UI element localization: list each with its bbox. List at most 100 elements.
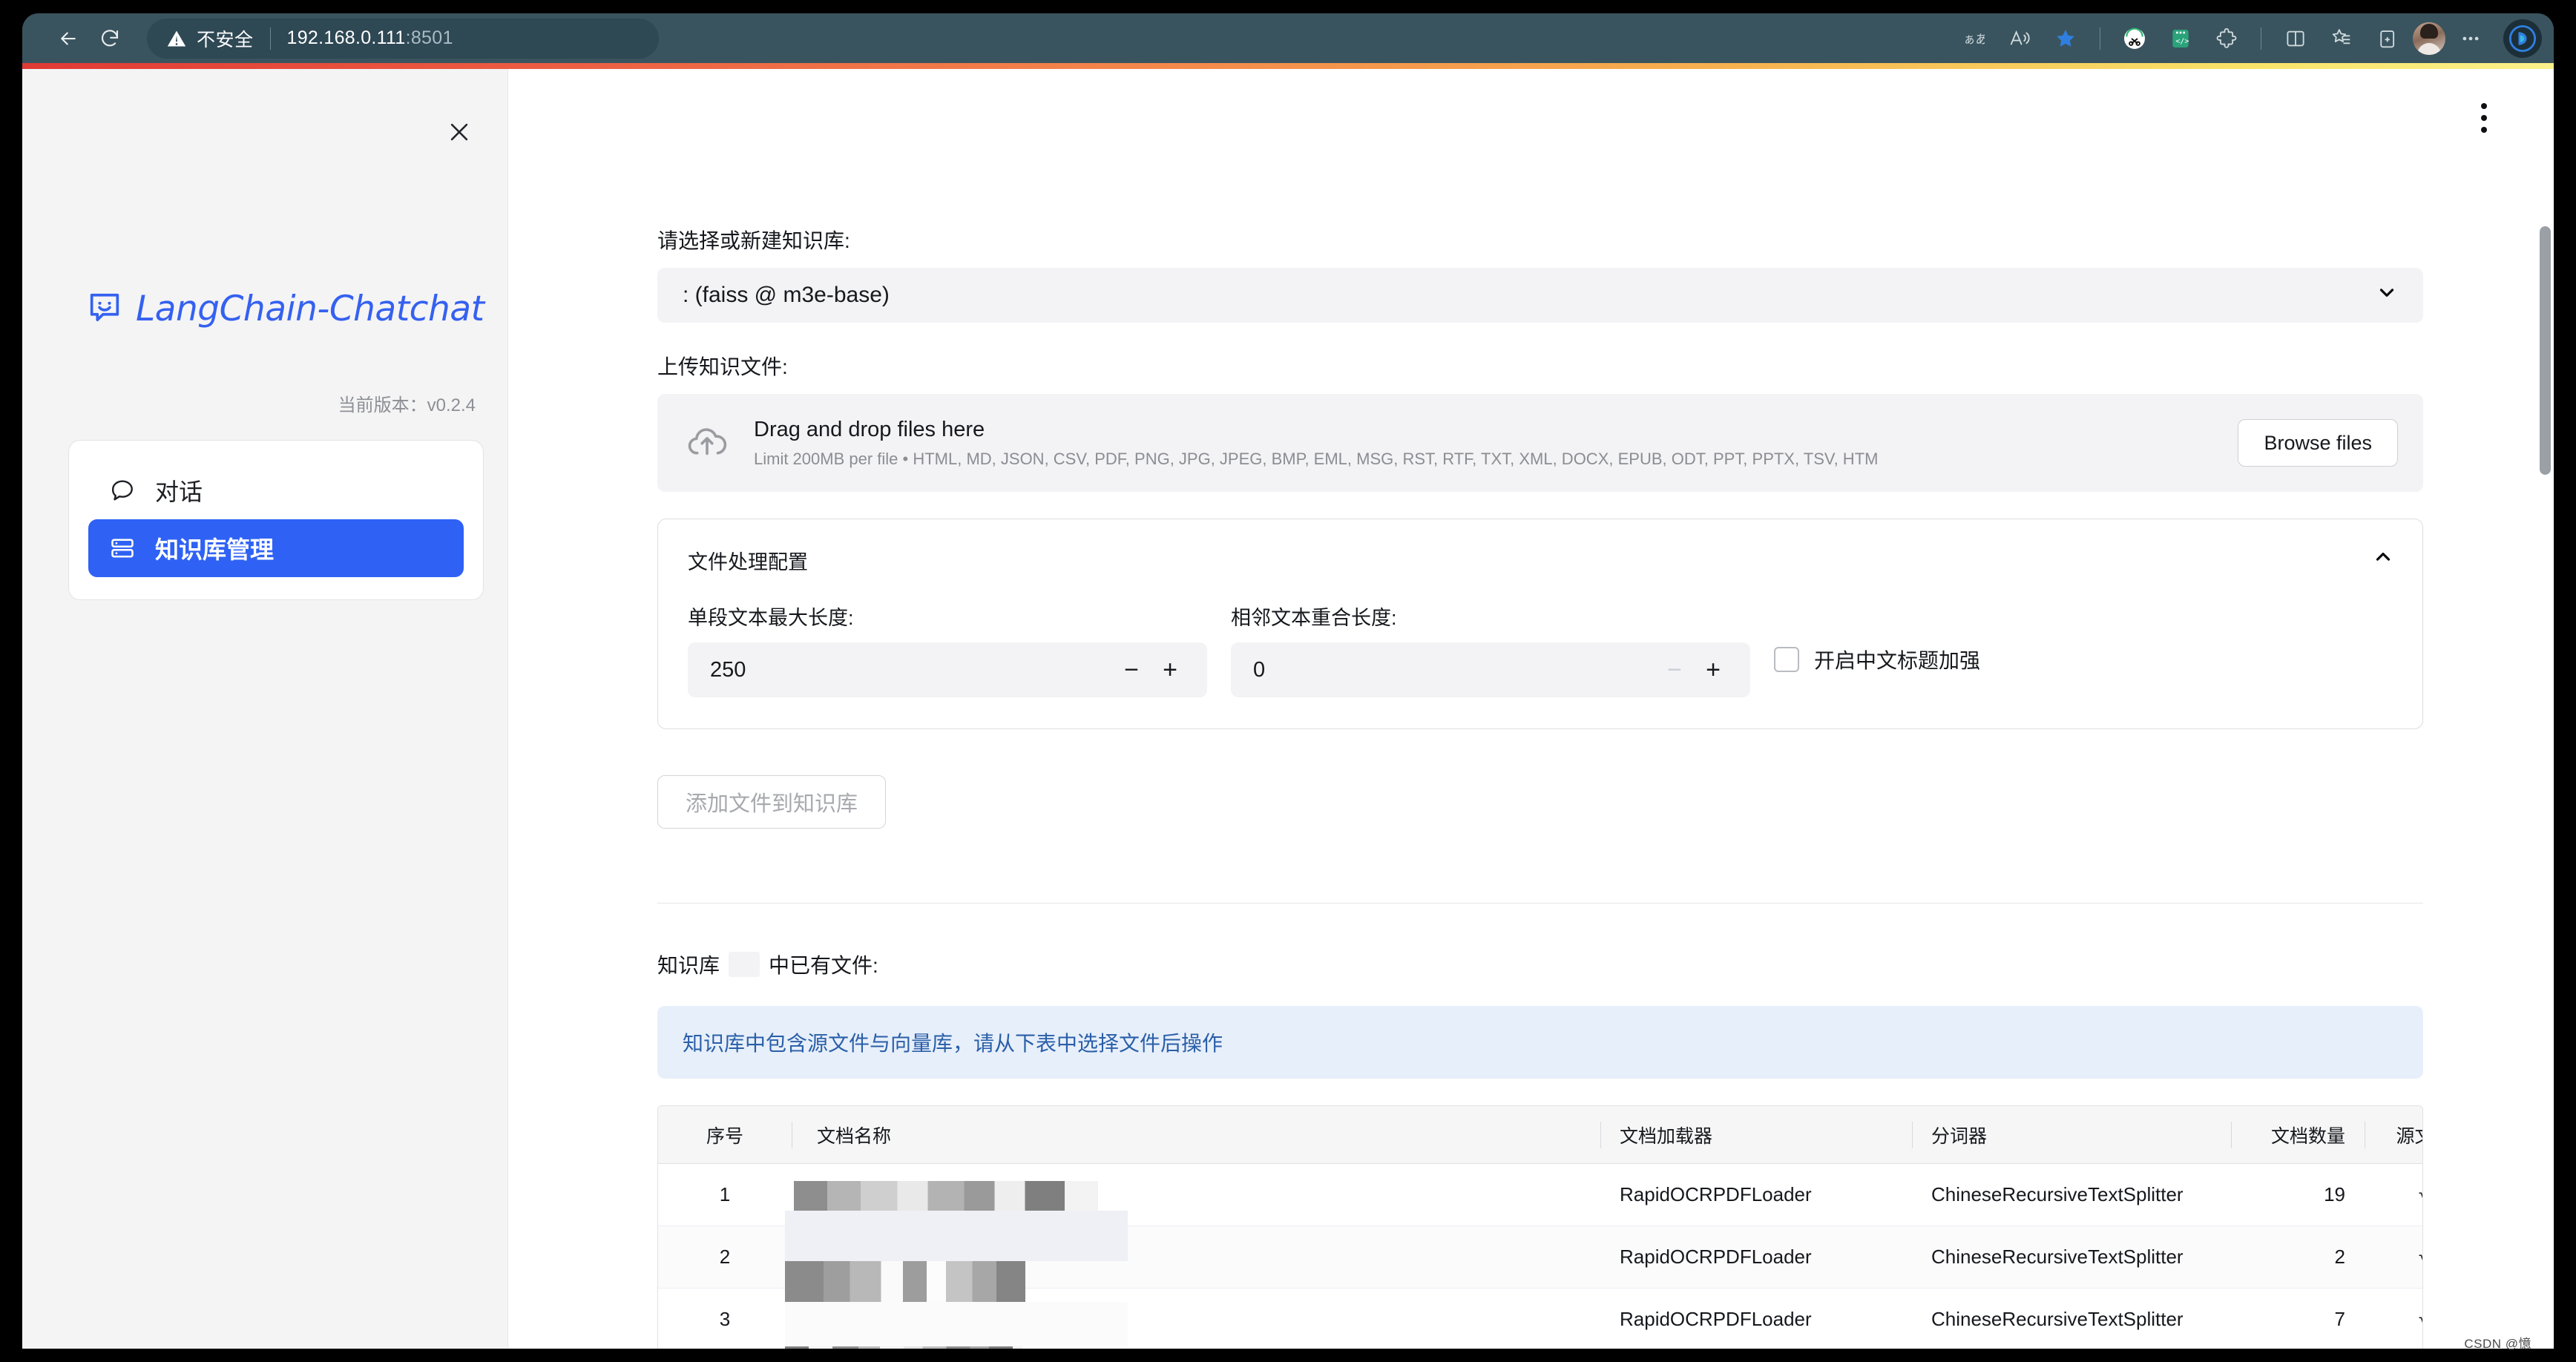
redacted-document-name [794,1181,1098,1211]
chevron-down-icon [2376,281,2398,309]
overlap-field: 相邻文本重合长度: 0 − + [1231,602,1750,697]
overlap-decrement-button: − [1655,651,1694,689]
browse-files-button[interactable]: Browse files [2238,419,2398,467]
sidebar-nav-card: 对话 知识库管理 [68,440,484,600]
sidebar-item-label: 对话 [155,473,203,507]
cell-count: 19 [2231,1183,2365,1206]
svg-text:</>: </> [2175,37,2189,45]
insecure-warning-icon [166,28,187,49]
cell-loader: RapidOCRPDFLoader [1600,1246,1912,1269]
cell-source-check: √ [2365,1246,2423,1269]
col-header-count: 文档数量 [2231,1122,2365,1148]
redacted-document-name [785,1211,1128,1261]
redacted-document-name [785,1346,1022,1349]
sidebar-item-label: 知识库管理 [155,531,274,565]
cell-source-check: √ [2365,1183,2423,1206]
overlap-increment-button[interactable]: + [1694,651,1732,689]
add-tab-icon[interactable] [2367,18,2408,59]
cell-loader: RapidOCRPDFLoader [1600,1183,1912,1206]
toolbar-right-group: ぁあ [1953,13,2542,63]
page-scrollbar-track[interactable] [2537,69,2554,1349]
insecure-warning-label: 不安全 [197,25,254,52]
sidebar-item-dialogue[interactable]: 对话 [88,461,464,519]
address-url: 192.168.0.111:8501 [287,27,453,49]
upload-label: 上传知识文件: [657,351,2497,381]
existing-files-heading: 知识库 中已有文件: [657,950,2497,979]
chunk-size-increment-button[interactable]: + [1151,651,1189,689]
split-screen-icon[interactable] [2275,18,2316,59]
close-icon[interactable] [442,115,476,149]
table-header-row: 序号 文档名称 文档加载器 分词器 文档数量 源文件 [658,1106,2422,1164]
chevron-up-icon[interactable] [2372,546,2394,572]
file-dropzone[interactable]: Drag and drop files here Limit 200MB per… [657,394,2423,492]
back-button[interactable] [47,18,89,59]
redacted-document-name [785,1261,1025,1302]
page-scrollbar-thumb[interactable] [2540,226,2551,475]
kb-select-label: 请选择或新建知识库: [657,225,2497,254]
config-title: 文件处理配置 [688,546,2393,575]
zh-title-enhance-label: 开启中文标题加强 [1814,645,1980,674]
address-bar[interactable]: 不安全 192.168.0.111:8501 [147,19,659,59]
sidebar-item-knowledge-base[interactable]: 知识库管理 [88,519,464,577]
profile-avatar[interactable] [2413,22,2445,55]
overlap-value[interactable]: 0 [1253,658,1655,682]
add-files-to-kb-button[interactable]: 添加文件到知识库 [657,775,886,829]
chunk-size-field: 单段文本最大长度: 250 − + [688,602,1207,697]
zh-title-enhance-checkbox-row[interactable]: 开启中文标题加强 [1774,645,1980,674]
col-header-loader: 文档加载器 [1600,1122,1912,1148]
info-banner: 知识库中包含源文件与向量库，请从下表中选择文件后操作 [657,1006,2423,1079]
cell-index: 1 [658,1183,792,1206]
version-label: 当前版本：v0.2.4 [338,390,476,416]
watermark: CSDN @憶 [2464,1333,2531,1352]
dropzone-title: Drag and drop files here [754,418,1878,442]
chat-bubble-icon [109,477,136,504]
url-port: :8501 [406,27,453,48]
collections-icon[interactable] [2321,18,2362,59]
database-stack-icon [109,535,136,562]
zh-title-enhance-checkbox[interactable] [1774,647,1799,672]
cell-splitter: ChineseRecursiveTextSplitter [1912,1308,2231,1331]
svg-text:ぁあ: ぁあ [1963,32,1985,46]
col-header-source: 源文件 [2365,1122,2423,1148]
chunk-size-value[interactable]: 250 [710,658,1112,682]
reading-aloud-icon[interactable]: ぁあ [1953,18,1994,59]
kb-name-redacted [729,952,760,977]
existing-files-prefix: 知识库 [657,950,720,979]
url-host: 192.168.0.111 [287,27,406,48]
brand-title: LangChain-Chatchat [136,289,484,329]
config-fields-row: 单段文本最大长度: 250 − + 相邻文本重合长度: 0 − [688,602,2393,697]
col-header-name: 文档名称 [792,1122,1600,1148]
existing-files-suffix: 中已有文件: [769,950,878,979]
main-panel: 请选择或新建知识库: : (faiss @ m3e-base) 上传知识文件: [509,69,2542,1349]
browser-toolbar: 不安全 192.168.0.111:8501 ぁあ [22,13,2554,63]
cell-index: 3 [658,1308,792,1331]
reload-button[interactable] [89,18,131,59]
dropzone-limits: Limit 200MB per file • HTML, MD, JSON, C… [754,450,1878,469]
cell-index: 2 [658,1246,792,1269]
page-content: 请选择或新建知识库: : (faiss @ m3e-base) 上传知识文件: [509,69,2542,1349]
more-options-icon[interactable] [2450,18,2491,59]
col-header-splitter: 分词器 [1912,1122,2231,1148]
favorite-star-icon[interactable] [2045,18,2086,59]
devtools-icon[interactable]: </> [2160,18,2201,59]
kb-select-value: : (faiss @ m3e-base) [683,283,890,308]
chunk-size-stepper[interactable]: 250 − + [688,642,1207,697]
kb-select[interactable]: : (faiss @ m3e-base) [657,268,2423,323]
clipchamp-icon[interactable] [2114,18,2155,59]
streamlit-decoration-bar [22,63,2554,69]
address-divider [270,27,271,50]
cell-count: 2 [2231,1246,2365,1269]
cell-loader: RapidOCRPDFLoader [1600,1308,1912,1331]
overlap-label: 相邻文本重合长度: [1231,602,1750,631]
chunk-size-decrement-button[interactable]: − [1112,651,1151,689]
cell-count: 7 [2231,1308,2365,1331]
chunk-size-label: 单段文本最大长度: [688,602,1207,631]
redacted-document-name [785,1302,1128,1346]
brand-logo: LangChain-Chatchat [85,288,484,330]
copilot-icon[interactable] [2503,19,2542,58]
extensions-icon[interactable] [2206,18,2247,59]
cloud-upload-icon [686,420,729,467]
overlap-stepper[interactable]: 0 − + [1231,642,1750,697]
cell-splitter: ChineseRecursiveTextSplitter [1912,1183,2231,1206]
read-aloud-icon[interactable] [1999,18,2040,59]
